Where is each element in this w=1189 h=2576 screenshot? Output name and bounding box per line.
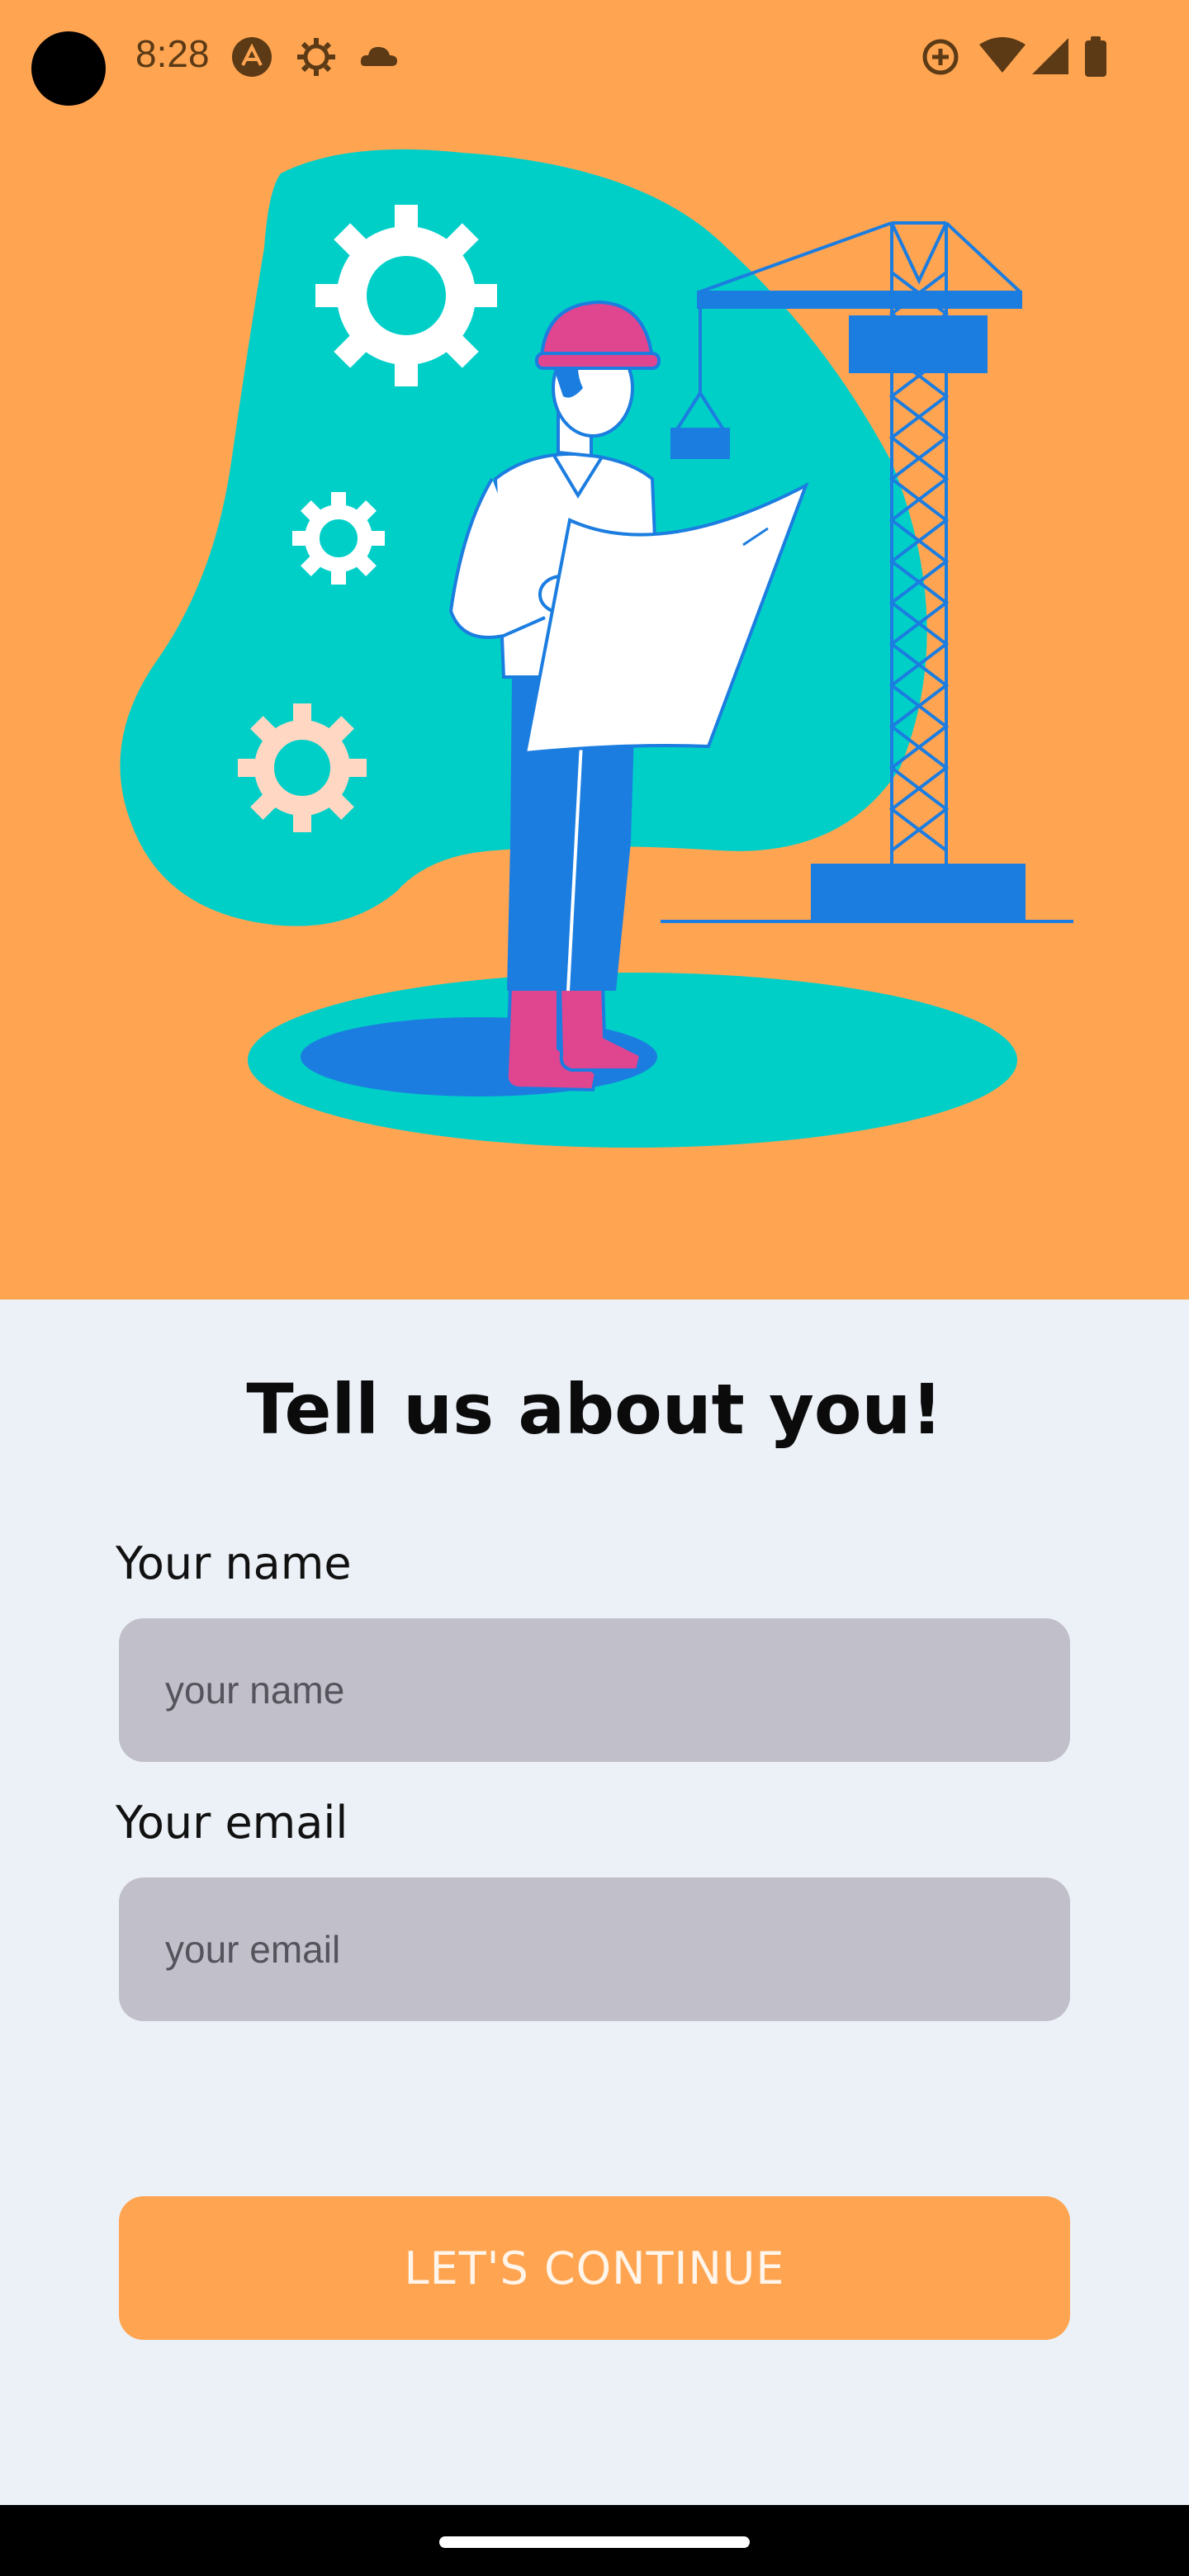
name-label: Your name: [116, 1537, 352, 1589]
form-title: Tell us about you!: [246, 1369, 943, 1450]
hero-section: 8:28: [0, 0, 1189, 1300]
battery-icon: [1085, 36, 1106, 77]
onboarding-screen: 8:28 Tell us about you! Your name your n…: [0, 0, 1189, 2576]
email-input[interactable]: [119, 1878, 1070, 2021]
navigation-bar: [0, 2505, 1189, 2576]
home-gesture-handle[interactable]: [439, 2536, 750, 2548]
cloud-icon: [360, 46, 397, 66]
status-time: 8:28: [135, 32, 210, 75]
profile-form: Tell us about you! Your name Your email …: [0, 1300, 1189, 2505]
name-input[interactable]: [119, 1618, 1070, 1762]
camera-cutout: [31, 31, 106, 106]
status-bar: 8:28: [0, 0, 1189, 116]
data-saver-icon: [922, 39, 959, 75]
wifi-icon: [979, 37, 1026, 73]
cellular-signal-icon: [1032, 38, 1068, 74]
expo-icon: [232, 37, 272, 77]
continue-button[interactable]: LET'S CONTINUE: [119, 2196, 1070, 2340]
engineer-illustration: [120, 149, 1073, 1148]
settings-gear-icon: [297, 38, 335, 76]
email-label: Your email: [116, 1797, 348, 1849]
